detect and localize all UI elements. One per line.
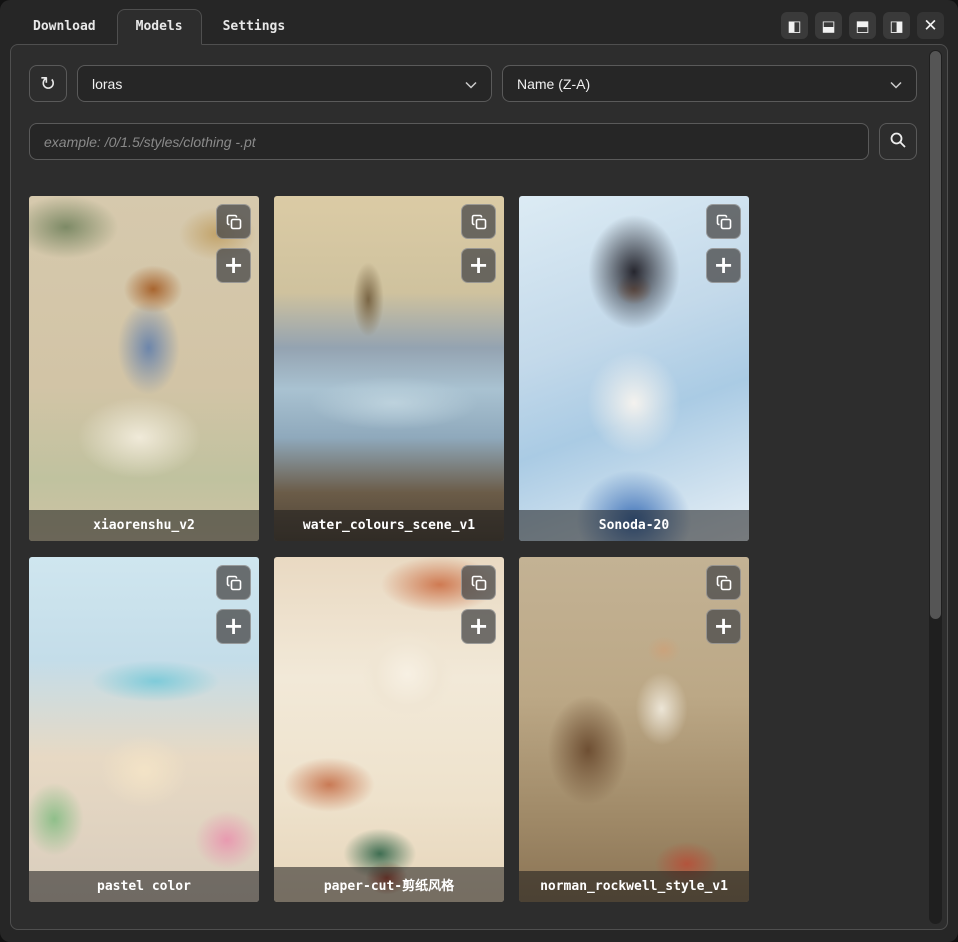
scrollbar-thumb[interactable]	[930, 51, 941, 619]
add-model-icon[interactable]: +	[216, 609, 251, 644]
model-card-grid: + xiaorenshu_v2 + water	[29, 196, 929, 902]
copy-name-icon[interactable]	[706, 565, 741, 600]
tab-bar: Download Models Settings	[14, 9, 304, 45]
search-icon	[889, 131, 907, 152]
model-type-value: loras	[92, 76, 122, 92]
card-actions: +	[706, 565, 741, 644]
model-name-label: norman_rockwell_style_v1	[519, 871, 749, 902]
add-model-icon[interactable]: +	[461, 248, 496, 283]
scrollbar-track[interactable]	[929, 50, 942, 924]
model-name-label: pastel color	[29, 871, 259, 902]
card-actions: +	[216, 204, 251, 283]
model-manager-window: Download Models Settings ◧ ⬓ ⬒ ◨ ✕ ↻ lor…	[0, 0, 958, 942]
card-actions: +	[216, 565, 251, 644]
model-card[interactable]: + water_colours_scene_v1	[274, 196, 504, 541]
refresh-button[interactable]: ↻	[29, 65, 67, 102]
card-actions: +	[461, 204, 496, 283]
tab-models[interactable]: Models	[117, 9, 202, 45]
filter-toolbar: ↻ loras Name (Z-A)	[29, 65, 917, 102]
panel-content: ↻ loras Name (Z-A)	[11, 45, 947, 929]
models-panel: ↻ loras Name (Z-A)	[10, 44, 948, 930]
dock-top-icon[interactable]: ⬒	[849, 12, 876, 39]
close-icon[interactable]: ✕	[917, 12, 944, 39]
sort-select[interactable]: Name (Z-A)	[502, 65, 917, 102]
dock-right-icon[interactable]: ◨	[883, 12, 910, 39]
model-type-select[interactable]: loras	[77, 65, 492, 102]
chevron-down-icon	[890, 74, 902, 93]
model-card[interactable]: + norman_rockwell_style_v1	[519, 557, 749, 902]
model-card[interactable]: + xiaorenshu_v2	[29, 196, 259, 541]
model-card[interactable]: + Sonoda-20	[519, 196, 749, 541]
search-button[interactable]	[879, 123, 917, 160]
model-card[interactable]: + paper-cut-剪纸风格	[274, 557, 504, 902]
copy-name-icon[interactable]	[216, 204, 251, 239]
model-name-label: Sonoda-20	[519, 510, 749, 541]
tab-settings[interactable]: Settings	[204, 9, 305, 45]
add-model-icon[interactable]: +	[216, 248, 251, 283]
sort-value: Name (Z-A)	[517, 76, 590, 92]
model-name-label: xiaorenshu_v2	[29, 510, 259, 541]
search-input[interactable]	[29, 123, 869, 160]
card-actions: +	[706, 204, 741, 283]
model-card[interactable]: + pastel color	[29, 557, 259, 902]
dock-bottom-icon[interactable]: ⬓	[815, 12, 842, 39]
search-bar	[29, 123, 917, 160]
tab-download[interactable]: Download	[14, 9, 115, 45]
model-name-label: water_colours_scene_v1	[274, 510, 504, 541]
add-model-icon[interactable]: +	[706, 248, 741, 283]
copy-name-icon[interactable]	[706, 204, 741, 239]
add-model-icon[interactable]: +	[461, 609, 496, 644]
copy-name-icon[interactable]	[216, 565, 251, 600]
dock-left-icon[interactable]: ◧	[781, 12, 808, 39]
chevron-down-icon	[465, 74, 477, 93]
model-name-label: paper-cut-剪纸风格	[274, 867, 504, 902]
copy-name-icon[interactable]	[461, 565, 496, 600]
window-controls: ◧ ⬓ ⬒ ◨ ✕	[781, 12, 944, 39]
add-model-icon[interactable]: +	[706, 609, 741, 644]
card-actions: +	[461, 565, 496, 644]
copy-name-icon[interactable]	[461, 204, 496, 239]
